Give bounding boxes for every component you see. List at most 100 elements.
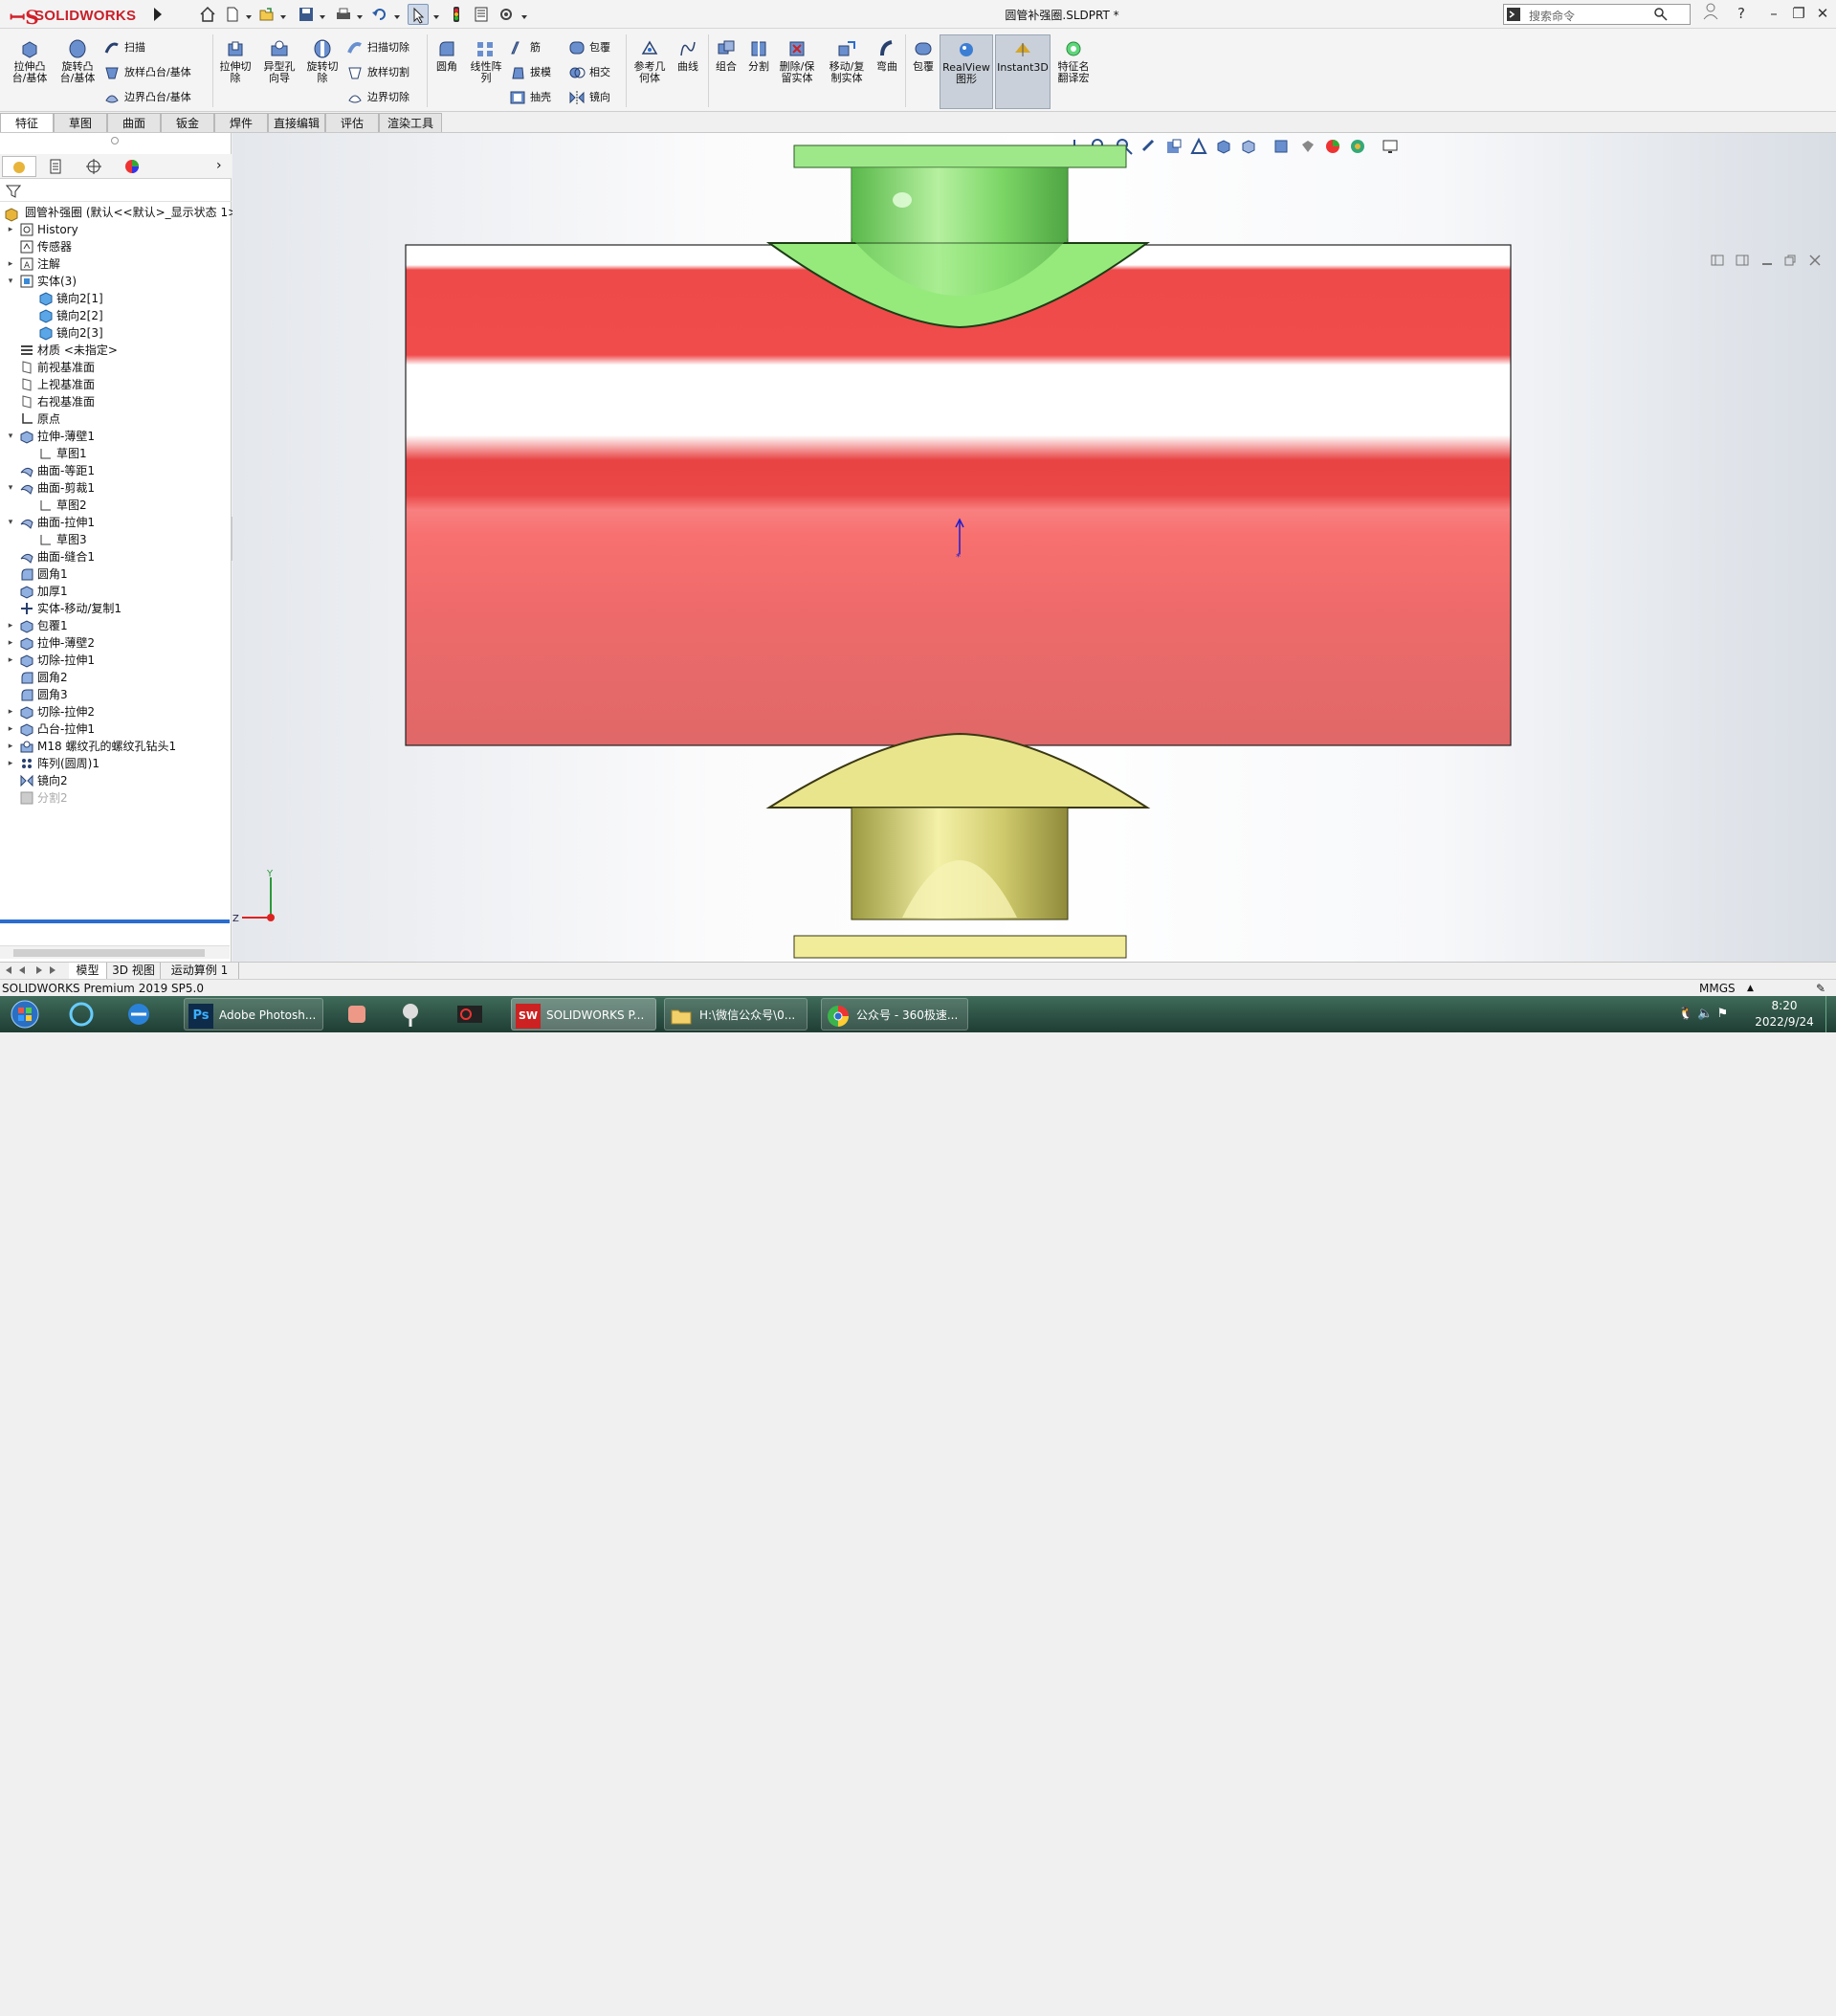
file-properties-icon[interactable] — [471, 4, 492, 25]
feature-tree-tab[interactable] — [2, 156, 36, 177]
boundary-boss-button[interactable]: 边界凸台/基体 — [103, 87, 191, 108]
taskbar-app-explorer[interactable]: H:\微信公众号\0... — [664, 998, 807, 1030]
wrap-feature-button[interactable]: 包覆 — [909, 38, 938, 73]
collapse-icon[interactable]: ▾ — [6, 428, 15, 445]
tab-render-tools[interactable]: 渲染工具 — [379, 113, 442, 132]
chevron-down-icon[interactable] — [357, 10, 363, 19]
pinned-app-icon[interactable] — [65, 998, 103, 1030]
solidworks-logo[interactable]: ꟷS SOLIDWORKS — [6, 2, 149, 29]
network-icon[interactable]: ⚑ — [1717, 1007, 1729, 1021]
tree-item[interactable]: 圆角3 — [0, 686, 232, 703]
tree-item[interactable]: 曲面-缝合1 — [0, 548, 232, 565]
tree-item[interactable]: ▸ History — [0, 221, 232, 238]
collapse-icon[interactable]: ▾ — [6, 273, 15, 290]
chevron-down-icon[interactable] — [280, 10, 286, 19]
combine-button[interactable]: 组合 — [710, 38, 742, 73]
chevron-down-icon[interactable] — [394, 10, 400, 19]
taskbar-clock[interactable]: 8:20 2022/9/24 — [1736, 998, 1832, 1030]
tree-item[interactable]: 传感器 — [0, 238, 232, 255]
expand-icon[interactable]: ▸ — [6, 255, 15, 273]
draft-button[interactable]: 拔模 — [509, 62, 551, 83]
graphics-area[interactable]: * Y Z — [232, 133, 1836, 962]
expand-icon[interactable]: ▸ — [6, 652, 15, 669]
move-copy-body-button[interactable]: 移动/复 制实体 — [825, 38, 869, 84]
tab-motion-study[interactable]: 运动算例 1 — [161, 963, 239, 979]
tab-direct-editing[interactable]: 直接编辑 — [268, 113, 325, 132]
user-icon[interactable] — [1699, 3, 1722, 24]
chevron-down-icon[interactable] — [521, 10, 527, 19]
instant3d-button[interactable]: Instant3D — [995, 34, 1051, 109]
swept-cut-button[interactable]: 扫描切除 — [346, 37, 409, 58]
chevron-down-icon[interactable] — [433, 10, 439, 19]
print-icon[interactable] — [333, 4, 354, 25]
tree-filter[interactable] — [0, 181, 232, 202]
collapse-icon[interactable]: ▾ — [6, 514, 15, 531]
revolve-cut-button[interactable]: 旋转切 除 — [302, 38, 343, 84]
reference-geometry-button[interactable]: 参考几 何体 — [630, 38, 670, 84]
minimize-button[interactable]: – — [1762, 3, 1785, 24]
tree-item[interactable]: 加厚1 — [0, 583, 232, 600]
tree-item[interactable]: 分割2 — [0, 789, 232, 807]
horizontal-scrollbar[interactable] — [0, 945, 230, 959]
expand-icon[interactable]: ▸ — [6, 720, 15, 738]
wrap-button[interactable]: 包覆 — [568, 37, 610, 58]
tab-weldments[interactable]: 焊件 — [214, 113, 268, 132]
display-manager-tab[interactable] — [115, 156, 149, 177]
tab-sheet-metal[interactable]: 钣金 — [161, 113, 214, 132]
configuration-manager-tab[interactable] — [77, 156, 111, 177]
unit-system[interactable]: MMGS — [1699, 980, 1736, 997]
help-button[interactable]: ? — [1730, 3, 1753, 24]
tree-item[interactable]: ▾ 曲面-剪裁1 — [0, 479, 232, 497]
tree-item[interactable]: ▸ A 注解 — [0, 255, 232, 273]
tree-item[interactable]: 镜向2[2] — [0, 307, 232, 324]
lofted-cut-button[interactable]: 放样切割 — [346, 62, 409, 83]
expand-icon[interactable]: ▸ — [6, 634, 15, 652]
select-pointer-icon[interactable] — [408, 4, 429, 25]
delete-keep-body-button[interactable]: 删除/保 留实体 — [775, 38, 819, 84]
tree-item[interactable]: ▸ 拉伸-薄壁2 — [0, 634, 232, 652]
linear-pattern-button[interactable]: 线性阵 列 — [467, 38, 505, 84]
expand-icon[interactable]: ▸ — [6, 617, 15, 634]
property-manager-tab[interactable] — [38, 156, 73, 177]
tree-item[interactable]: ▸ 切除-拉伸1 — [0, 652, 232, 669]
intersect-button[interactable]: 相交 — [568, 62, 610, 83]
tree-item[interactable]: 圆角1 — [0, 565, 232, 583]
taskbar-app-solidworks[interactable]: SW SOLIDWORKS P... — [511, 998, 656, 1030]
split-button[interactable]: 分割 — [742, 38, 775, 73]
tree-item[interactable]: 镜向2 — [0, 772, 232, 789]
close-button[interactable]: ✕ — [1811, 3, 1834, 24]
pinned-tool-icon[interactable] — [394, 998, 432, 1030]
extrude-boss-button[interactable]: 拉伸凸 台/基体 — [8, 38, 52, 84]
mirror-button[interactable]: 镜向 — [568, 87, 610, 108]
chevron-right-icon[interactable]: › — [216, 158, 222, 173]
pinned-paint-icon[interactable] — [341, 998, 379, 1030]
tab-evaluate[interactable]: 评估 — [325, 113, 379, 132]
tab-features[interactable]: 特征 — [0, 113, 54, 132]
revolve-boss-button[interactable]: 旋转凸 台/基体 — [55, 38, 100, 84]
extrude-cut-button[interactable]: 拉伸切 除 — [216, 38, 254, 84]
hole-wizard-button[interactable]: 异型孔 向导 — [258, 38, 300, 84]
tree-item[interactable]: 镜向2[3] — [0, 324, 232, 342]
tree-item[interactable]: 草图2 — [0, 497, 232, 514]
home-icon[interactable] — [197, 4, 218, 25]
boundary-cut-button[interactable]: 边界切除 — [346, 87, 409, 108]
tab-nav-arrows[interactable] — [2, 964, 65, 978]
taskbar-app-browser[interactable]: 公众号 - 360极速... — [821, 998, 968, 1030]
tree-item[interactable]: ▾ 实体(3) — [0, 273, 232, 290]
tree-item[interactable]: 曲面-等距1 — [0, 462, 232, 479]
ie-browser-icon[interactable] — [122, 998, 161, 1030]
restore-button[interactable]: ❐ — [1787, 3, 1810, 24]
tree-item[interactable]: 圆角2 — [0, 669, 232, 686]
tree-item[interactable]: 镜向2[1] — [0, 290, 232, 307]
show-desktop-button[interactable] — [1825, 996, 1836, 1032]
pinned-recorder-icon[interactable] — [453, 998, 492, 1030]
panel-grip-icon[interactable] — [111, 137, 119, 144]
tree-item[interactable]: ▸ 阵列(圆周)1 — [0, 755, 232, 772]
tree-item[interactable]: 实体-移动/复制1 — [0, 600, 232, 617]
open-file-icon[interactable] — [256, 4, 277, 25]
flex-button[interactable]: 弯曲 — [873, 38, 901, 73]
taskbar-app-photoshop[interactable]: Ps Adobe Photosh... — [184, 998, 323, 1030]
tray-flag-icon[interactable] — [1634, 2003, 1648, 2016]
realview-button[interactable]: RealView 图形 — [940, 34, 993, 109]
search-command-input[interactable]: 搜索命令 — [1503, 4, 1691, 25]
